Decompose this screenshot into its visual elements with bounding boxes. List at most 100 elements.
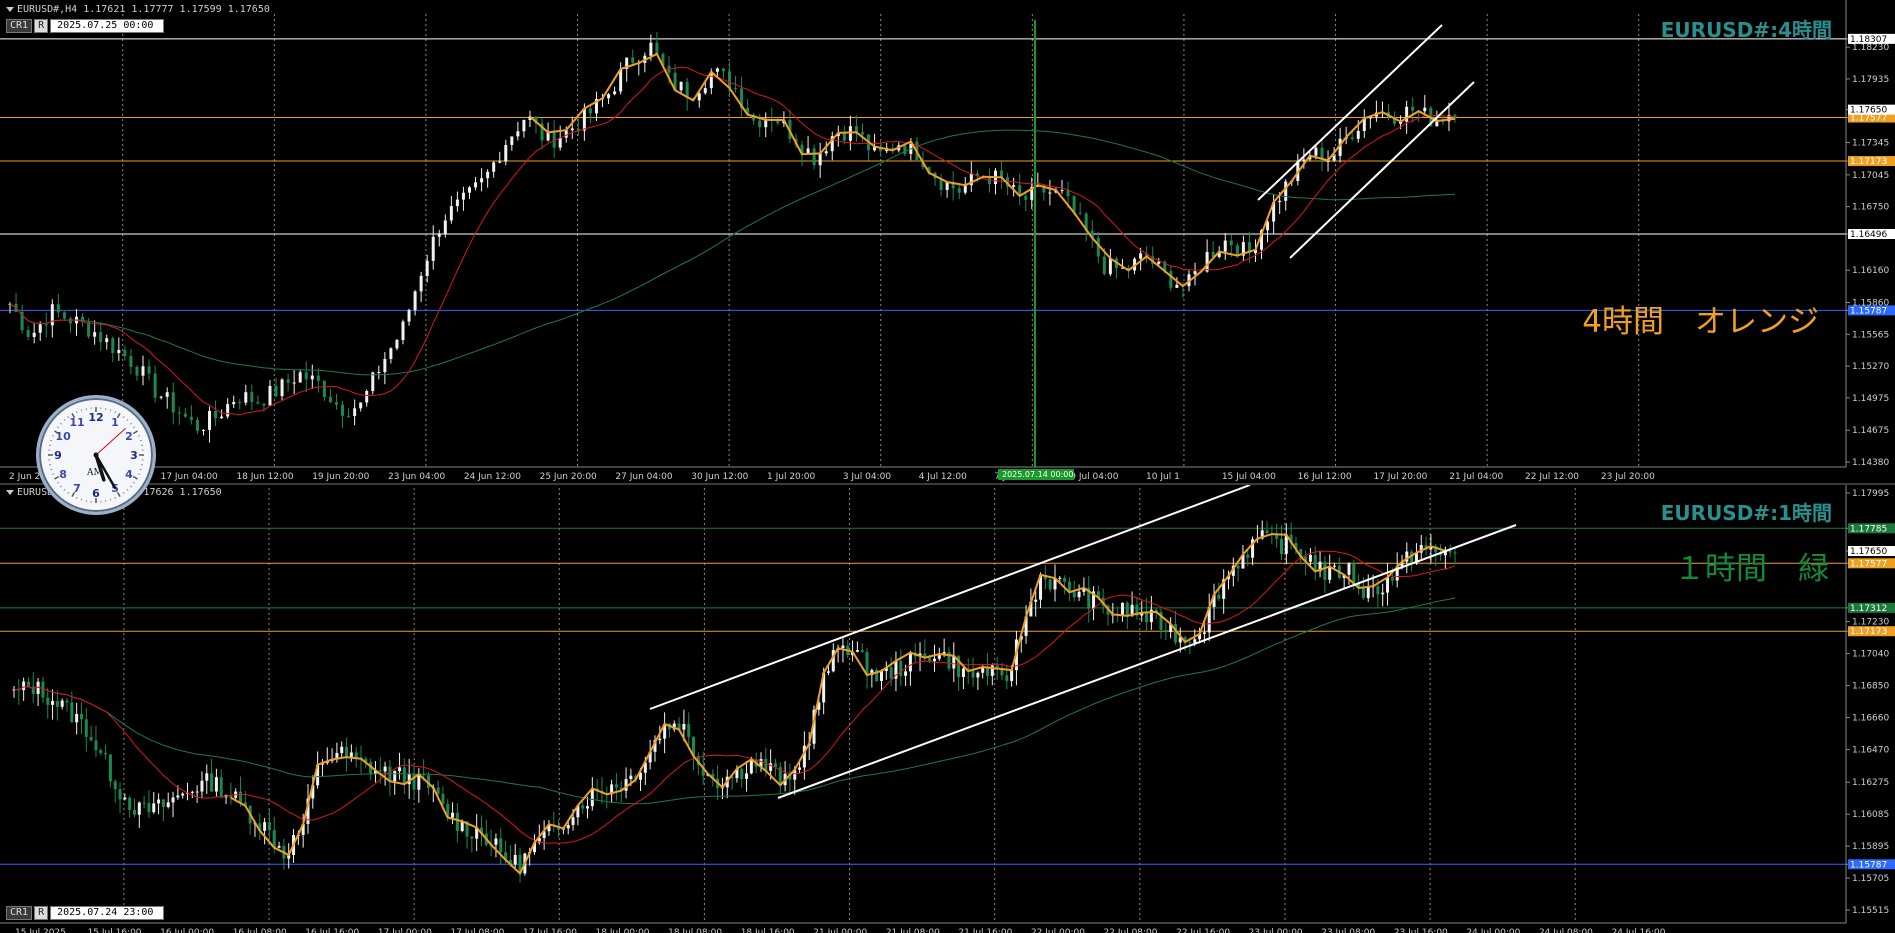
y-tick-label: 1.14675	[1852, 426, 1889, 436]
clock-tick	[122, 415, 125, 418]
candle-body	[945, 182, 949, 190]
candle-body	[99, 750, 103, 753]
clock-tick	[139, 468, 142, 471]
candle-body	[727, 71, 731, 89]
candle-body	[1164, 629, 1168, 632]
candle-body	[345, 746, 349, 758]
candle-body	[60, 700, 64, 707]
candle-body	[200, 780, 204, 792]
crosshair-r: R	[34, 906, 49, 920]
candle-body	[1356, 130, 1360, 139]
candle-body	[841, 645, 845, 649]
clock-tick	[137, 435, 140, 437]
candle-body	[1223, 240, 1227, 252]
x-tick-label: 15 Jul 2025	[15, 928, 66, 933]
candle-body	[510, 136, 514, 145]
candle-body	[976, 672, 980, 678]
clock-number: 2	[125, 430, 133, 443]
clock-number: 11	[69, 416, 84, 429]
candle-body	[745, 773, 749, 779]
candle-body	[437, 234, 441, 237]
y-tick-label: 1.16850	[1852, 682, 1889, 692]
candle-body	[436, 787, 440, 794]
candle-body	[516, 131, 520, 137]
candle-body	[486, 171, 490, 179]
candle-body	[1423, 107, 1427, 112]
h1-chart-canvas[interactable]: 15 Jul 2025 15 Jul 16:00 16 Jul 00:00 16 Ju…	[0, 485, 1895, 933]
candle-body	[274, 385, 278, 397]
candle-body	[1280, 538, 1284, 554]
collapse-triangle-icon[interactable]	[6, 489, 14, 495]
zigzag-line	[529, 52, 1456, 288]
candle-body	[1229, 240, 1233, 246]
candle-body	[467, 187, 471, 193]
candle-body	[214, 410, 218, 419]
h1-chart-title: EURUSD#:1時間	[1660, 501, 1832, 525]
zigzag-line	[230, 533, 1446, 876]
candle-body	[812, 148, 816, 166]
candle-body	[340, 746, 344, 754]
candle-body	[498, 161, 502, 163]
candle-body	[461, 192, 465, 200]
y-tick-label: 1.17345	[1852, 139, 1889, 149]
candle-body	[740, 768, 744, 779]
h4-symbol-info: EURUSD#,H4 1.17621 1.17777 1.17599 1.176…	[6, 4, 270, 15]
x-tick-label: 18 Jul 00:00	[596, 928, 650, 933]
clock-tick	[76, 496, 78, 499]
analog-clock: 121234567891011 AM	[36, 395, 156, 515]
candle-body	[50, 304, 54, 326]
candle-body	[1332, 155, 1336, 161]
candle-body	[431, 236, 435, 261]
candle-body	[108, 754, 112, 782]
candle-body	[147, 803, 151, 813]
clock-tick	[76, 411, 78, 414]
h1-chart-panel[interactable]: 15 Jul 2025 15 Jul 16:00 16 Jul 00:00 16 Ju…	[0, 485, 1895, 933]
x-tick-label: 21 Jul 00:00	[813, 928, 867, 933]
x-tick-label: 25 Jun 20:00	[540, 472, 597, 482]
h4-chart-panel[interactable]: 2 Jun 202513 Jun 20:0017 Jun 04:0018 Jun…	[0, 0, 1895, 485]
crosshair-r: R	[34, 19, 49, 33]
candle-body	[564, 130, 568, 138]
h4-chart-canvas[interactable]: 2 Jun 202513 Jun 20:0017 Jun 04:0018 Jun…	[0, 0, 1895, 485]
candle-body	[171, 797, 175, 803]
candle-body	[1323, 561, 1327, 580]
candle-body	[263, 822, 267, 831]
candle-body	[1108, 258, 1112, 275]
clock-tick	[109, 498, 112, 501]
x-tick-label: 22 Jul 00:00	[1031, 928, 1085, 933]
x-tick-label: 1 Jul 20:00	[767, 472, 816, 482]
collapse-triangle-icon[interactable]	[6, 6, 14, 12]
candle-body	[824, 151, 828, 154]
candle-body	[166, 802, 170, 807]
candle-body	[232, 402, 236, 405]
candle-body	[65, 700, 69, 703]
y-tick-label: 1.16160	[1852, 266, 1889, 276]
candle-body	[570, 128, 574, 131]
candle-body	[1235, 245, 1239, 256]
clock-tick	[139, 439, 142, 442]
clock-tick	[56, 426, 59, 429]
candle-body	[94, 740, 98, 751]
x-tick-label: 15 Jul 04:00	[1222, 472, 1276, 482]
candle-body	[1012, 185, 1016, 187]
candle-body	[195, 791, 199, 793]
level-price-label: 1.17173	[1850, 627, 1887, 637]
candle-body	[419, 275, 423, 292]
level-price-label: 1.15787	[1850, 306, 1887, 316]
candle-body	[1313, 554, 1317, 572]
clock-tick	[80, 409, 83, 412]
level-price-label: 1.17785	[1850, 524, 1887, 534]
clock-number: 3	[130, 449, 138, 462]
y-tick-label: 1.16660	[1852, 713, 1889, 723]
x-tick-label: 10 Jul 1	[1146, 472, 1180, 482]
level-price-label: 1.17173	[1850, 157, 1887, 167]
candle-body	[159, 396, 163, 398]
candle-body	[268, 385, 272, 406]
candle-body	[219, 777, 223, 798]
candle-body	[798, 767, 802, 770]
clock-tick	[114, 496, 116, 499]
x-tick-label: 23 Jul 08:00	[1321, 928, 1375, 933]
candle-body	[62, 312, 66, 319]
candle-body	[214, 777, 218, 792]
candle-body	[354, 752, 358, 758]
